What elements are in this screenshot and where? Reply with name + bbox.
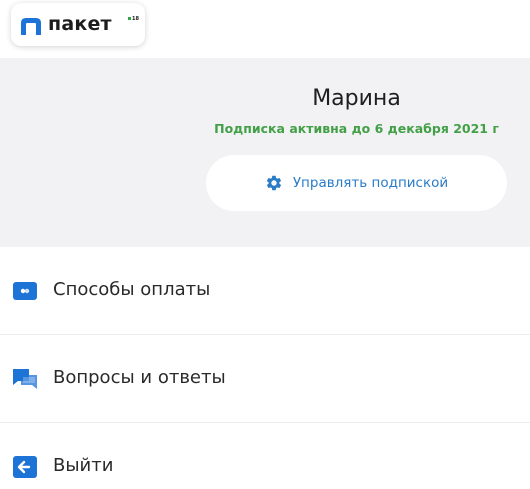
logout-arrow-icon — [13, 456, 37, 478]
account-screen: пакет 18 Марина Подписка активна до 6 де… — [0, 0, 530, 489]
paket-logo-icon — [21, 18, 41, 35]
subscription-status: Подписка активна до 6 декабря 2021 г — [214, 121, 499, 136]
menu-item-logout[interactable]: Выйти — [0, 423, 530, 489]
chat-bubbles-icon — [13, 369, 37, 389]
menu-item-label: Выйти — [53, 455, 114, 476]
menu-item-faq[interactable]: Вопросы и ответы — [0, 335, 530, 423]
header: пакет 18 — [0, 0, 530, 58]
logo[interactable]: пакет 18 — [11, 3, 145, 46]
menu-item-label: Вопросы и ответы — [53, 367, 226, 388]
payment-card-icon — [13, 282, 37, 300]
menu-item-payment-methods[interactable]: Способы оплаты — [0, 247, 530, 335]
user-name: Марина — [312, 86, 401, 111]
gear-icon — [266, 175, 281, 191]
profile-panel: Марина Подписка активна до 6 декабря 202… — [0, 58, 530, 247]
manage-subscription-label: Управлять подпиской — [292, 175, 449, 191]
logo-wordmark: пакет — [48, 13, 112, 35]
manage-subscription-button[interactable]: Управлять подпиской — [206, 155, 507, 211]
account-menu: Способы оплаты Вопросы и ответы Выйти — [0, 247, 530, 489]
menu-item-label: Способы оплаты — [53, 279, 211, 300]
age-rating-badge: 18 — [128, 16, 139, 22]
